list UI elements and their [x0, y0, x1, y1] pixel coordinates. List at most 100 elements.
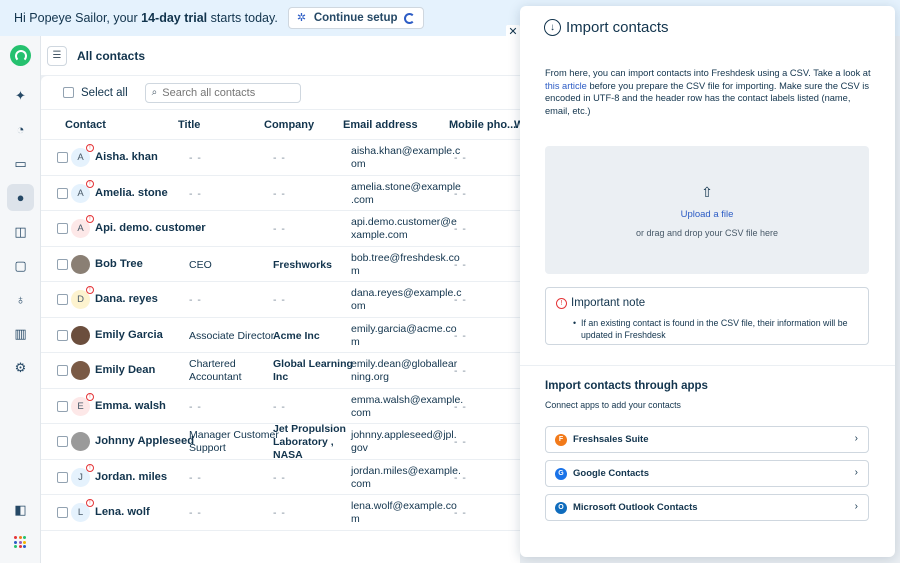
table-row[interactable]: L! Lena. wolf - -- - lena.wolf@example.co m -…: [41, 495, 520, 531]
select-all-checkbox[interactable]: [63, 87, 74, 98]
app-logo-icon: G: [555, 467, 567, 480]
tickets-icon[interactable]: ▭: [7, 150, 34, 177]
row-checkbox[interactable]: [57, 223, 68, 234]
row-checkbox[interactable]: [57, 329, 68, 341]
contact-email[interactable]: jordan.miles@example. com: [351, 465, 461, 491]
app-item[interactable]: F Freshsales Suite ›: [545, 426, 869, 453]
row-checkbox[interactable]: [57, 152, 68, 163]
table-row[interactable]: Emily Garcia Associate Director Acme Inc em…: [41, 318, 520, 353]
row-checkbox[interactable]: [57, 471, 68, 483]
contact-email[interactable]: api.demo.customer@e xample.com: [351, 216, 457, 242]
reports-icon[interactable]: ▥: [7, 320, 34, 347]
avatar: [71, 325, 90, 345]
contact-mobile: - -: [454, 365, 467, 377]
chat-icon[interactable]: ▢: [7, 252, 34, 279]
contact-company: - -: [273, 294, 286, 306]
contact-company: - -: [273, 187, 286, 200]
import-icon: ↓: [544, 19, 561, 36]
contact-title: CEO: [189, 258, 212, 271]
app-item[interactable]: O Microsoft Outlook Contacts ›: [545, 494, 869, 521]
upload-file-link[interactable]: Upload a file: [545, 209, 869, 220]
panel-title-text: Import contacts: [566, 19, 669, 36]
table-row[interactable]: A! Amelia. stone - -- - amelia.stone@exampl…: [41, 176, 520, 211]
contact-email[interactable]: emily.dean@globallear ning.org: [351, 358, 457, 384]
contact-name[interactable]: Dana. reyes: [95, 293, 158, 305]
sparkle-icon[interactable]: ✦: [7, 82, 34, 109]
table-row[interactable]: J! Jordan. miles - -- - jordan.miles@exampl…: [41, 460, 520, 495]
contact-mobile: - -: [454, 152, 467, 164]
warning-icon: !: [86, 392, 94, 401]
article-link[interactable]: this article: [545, 81, 587, 91]
apps-grid-icon[interactable]: [14, 536, 26, 548]
contact-email[interactable]: amelia.stone@example .com: [351, 181, 461, 207]
row-checkbox[interactable]: [57, 187, 68, 199]
col-mobile[interactable]: Mobile pho...: [449, 119, 516, 131]
contact-name[interactable]: Jordan. miles: [95, 471, 167, 483]
search-input[interactable]: [162, 86, 293, 99]
col-title[interactable]: Title: [178, 119, 200, 131]
continue-setup-button[interactable]: ✲ Continue setup: [287, 7, 424, 29]
contact-name[interactable]: Emily Garcia: [95, 329, 163, 341]
contact-name[interactable]: Emily Dean: [95, 364, 155, 376]
bot-icon[interactable]: ♁: [7, 286, 34, 313]
col-email[interactable]: Email address: [343, 119, 418, 131]
table-row[interactable]: A! Aisha. khan - -- - aisha.khan@example.c o…: [41, 140, 520, 176]
contact-email[interactable]: bob.tree@freshdesk.co m: [351, 252, 460, 278]
row-checkbox[interactable]: [57, 365, 68, 376]
contact-name[interactable]: Lena. wolf: [95, 506, 150, 518]
avatar: A!: [71, 179, 94, 203]
sidebar-toggle-icon[interactable]: ◧: [7, 496, 34, 523]
contact-name[interactable]: Johnny Appleseed: [95, 435, 194, 447]
contact-mobile: - -: [454, 223, 467, 235]
row-checkbox[interactable]: [57, 400, 68, 412]
row-checkbox[interactable]: [57, 294, 68, 305]
desc-text-a: From here, you can import contacts into …: [545, 68, 871, 78]
note-body: If an existing contact is found in the C…: [573, 317, 851, 341]
app-item[interactable]: G Google Contacts ›: [545, 460, 869, 487]
continue-setup-label: Continue setup: [313, 12, 398, 24]
avatar-initial: A: [77, 187, 84, 199]
table-row[interactable]: A! Api. demo. customer - -- - api.demo.cust…: [41, 211, 520, 247]
contact-email[interactable]: aisha.khan@example.c om: [351, 145, 460, 171]
close-icon[interactable]: ✕: [506, 25, 520, 39]
dashboard-icon[interactable]: ◔: [7, 116, 34, 143]
table-row[interactable]: D! Dana. reyes - -- - dana.reyes@example.c o…: [41, 282, 520, 318]
contact-email[interactable]: lena.wolf@example.co m: [351, 500, 457, 526]
contact-email[interactable]: emily.garcia@acme.co m: [351, 323, 457, 349]
contact-name[interactable]: Aisha. khan: [95, 151, 158, 163]
freshdesk-logo-icon[interactable]: [10, 45, 31, 66]
contact-email[interactable]: dana.reyes@example.c om: [351, 287, 461, 313]
select-all-label: Select all: [81, 86, 128, 99]
desc-text-b: before you prepare the CSV file for impo…: [545, 80, 869, 116]
contact-name[interactable]: Emma. walsh: [95, 400, 166, 412]
avatar: L!: [71, 499, 94, 522]
table-row[interactable]: E! Emma. walsh - -- - emma.walsh@example. co…: [41, 389, 520, 424]
row-checkbox[interactable]: [57, 258, 68, 270]
contact-mobile: - -: [454, 400, 467, 413]
row-checkbox[interactable]: [57, 436, 68, 447]
import-contacts-panel: ↓ Import contacts From here, you can imp…: [520, 6, 895, 557]
contact-email[interactable]: emma.walsh@example. com: [351, 394, 463, 420]
knowledge-base-icon[interactable]: ◫: [7, 218, 34, 245]
filter-toggle-button[interactable]: ☰: [47, 45, 67, 66]
app-name: Freshsales Suite: [573, 434, 649, 445]
app-logo-icon: F: [555, 433, 567, 446]
chevron-right-icon: ›: [854, 501, 858, 512]
contact-name[interactable]: Bob Tree: [95, 258, 143, 270]
settings-gear-icon[interactable]: ⚙: [7, 354, 34, 381]
col-company[interactable]: Company: [264, 119, 314, 131]
table-row[interactable]: Johnny Appleseed Manager Customer Support J…: [41, 423, 520, 461]
search-box[interactable]: ⌕: [144, 82, 301, 103]
contact-name[interactable]: Amelia. stone: [95, 187, 168, 199]
contact-mobile: - -: [454, 329, 467, 342]
avatar: J!: [71, 463, 94, 487]
row-checkbox[interactable]: [57, 507, 68, 518]
csv-drop-zone[interactable]: ⇧ Upload a file or drag and drop your CS…: [545, 146, 869, 274]
col-contact[interactable]: Contact: [65, 119, 106, 131]
table-row[interactable]: Bob Tree CEO Freshworks bob.tree@freshdesk.…: [41, 247, 520, 282]
contact-company: - -: [273, 400, 286, 413]
contacts-icon[interactable]: ●: [7, 184, 34, 211]
contact-email[interactable]: johnny.appleseed@jpl. gov: [351, 429, 457, 455]
list-toolbar: Select all ⌕: [41, 76, 520, 110]
table-row[interactable]: Emily Dean Chartered Accountant Global Lear…: [41, 353, 520, 389]
